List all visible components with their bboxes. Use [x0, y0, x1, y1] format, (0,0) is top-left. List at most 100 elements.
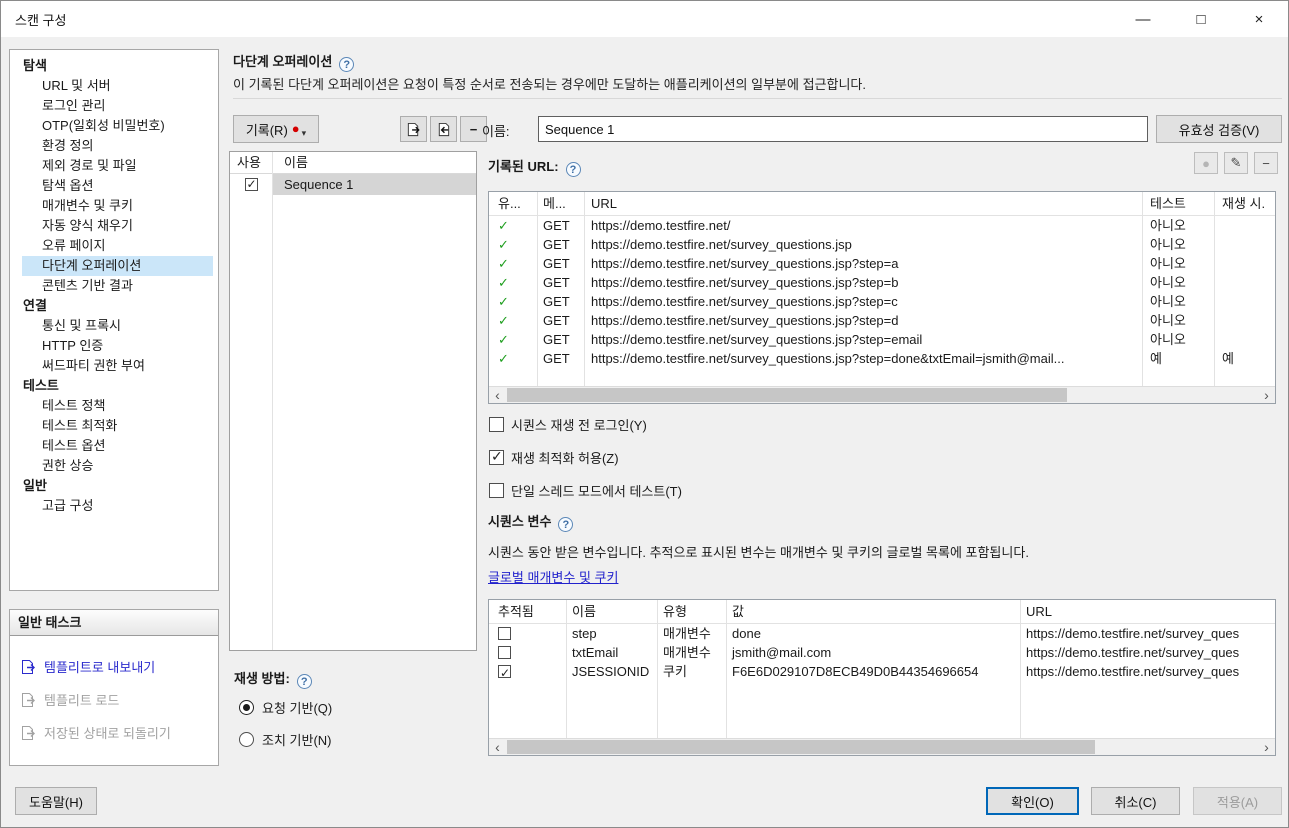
url-test-value: 아니오	[1142, 292, 1214, 311]
option-row[interactable]: 재생 최적화 허용(Z)	[489, 448, 619, 467]
scroll-right-icon[interactable]: ›	[1258, 739, 1275, 755]
sidebar-item[interactable]: 탐색	[22, 56, 213, 76]
scrollbar-thumb[interactable]	[507, 740, 1095, 754]
option-checkbox[interactable]	[489, 483, 504, 498]
sidebar-item[interactable]: 고급 구성	[22, 496, 213, 516]
remove-url-button[interactable]: −	[1254, 152, 1278, 174]
help-icon[interactable]: ?	[558, 517, 573, 532]
close-button[interactable]: ×	[1230, 1, 1288, 37]
column-divider	[1142, 192, 1143, 403]
ok-button[interactable]: 확인(O)	[986, 787, 1079, 815]
task-item[interactable]: 저장된 상태로 되돌리기	[10, 716, 218, 749]
sequence-list: 사용 이름 Sequence 1	[229, 151, 477, 651]
sidebar-item[interactable]: 오류 페이지	[22, 236, 213, 256]
maximize-button[interactable]: □	[1172, 1, 1230, 37]
url-table-row[interactable]: ✓ GET https://demo.testfire.net/survey_q…	[489, 311, 1275, 330]
url-table-row[interactable]: ✓ GET https://demo.testfire.net/survey_q…	[489, 235, 1275, 254]
help-button[interactable]: 도움말(H)	[15, 787, 97, 815]
sidebar-item[interactable]: 매개변수 및 쿠키	[22, 196, 213, 216]
playback-option[interactable]: 요청 기반(Q)	[239, 698, 332, 717]
scroll-left-icon[interactable]: ‹	[489, 387, 506, 403]
sidebar-item[interactable]: 콘텐츠 기반 결과	[22, 276, 213, 296]
export-sequence-button[interactable]	[400, 116, 427, 142]
option-row[interactable]: 시퀀스 재생 전 로그인(Y)	[489, 415, 647, 434]
url-table-row[interactable]: ✓ GET https://demo.testfire.net/survey_q…	[489, 273, 1275, 292]
sidebar-item[interactable]: 테스트 최적화	[22, 416, 213, 436]
sequence-enabled-checkbox[interactable]	[245, 178, 258, 191]
scroll-left-icon[interactable]: ‹	[489, 739, 506, 755]
sidebar-item[interactable]: 로그인 관리	[22, 96, 213, 116]
url-table-row[interactable]: ✓ GET https://demo.testfire.net/ 아니오	[489, 216, 1275, 235]
variable-type: 쿠키	[657, 662, 726, 681]
global-parameters-link[interactable]: 글로벌 매개변수 및 쿠키	[488, 567, 618, 586]
scrollbar-thumb[interactable]	[507, 388, 1067, 402]
playback-option[interactable]: 조치 기반(N)	[239, 730, 332, 749]
status-ok-icon: ✓	[489, 235, 537, 254]
task-item[interactable]: 템플리트로 내보내기	[10, 650, 218, 683]
option-checkbox[interactable]	[489, 450, 504, 465]
cancel-button[interactable]: 취소(C)	[1091, 787, 1180, 815]
url-method: GET	[537, 273, 584, 292]
task-item[interactable]: 템플리트 로드	[10, 683, 218, 716]
option-label: 재생 최적화 허용(Z)	[511, 448, 619, 467]
sidebar-item[interactable]: 일반	[22, 476, 213, 496]
url-table-hscrollbar[interactable]: ‹ ›	[489, 386, 1275, 403]
sidebar-item-label: 오류 페이지	[42, 238, 105, 253]
url-replay-value	[1214, 273, 1275, 292]
variable-name: txtEmail	[566, 643, 657, 662]
validate-button[interactable]: 유효성 검증(V)	[1156, 115, 1282, 143]
import-sequence-button[interactable]	[430, 116, 457, 142]
minimize-button[interactable]: —	[1114, 1, 1172, 37]
sidebar-item[interactable]: 연결	[22, 296, 213, 316]
url-table-row[interactable]: ✓ GET https://demo.testfire.net/survey_q…	[489, 349, 1275, 368]
sidebar-item[interactable]: 테스트	[22, 376, 213, 396]
tracked-checkbox[interactable]	[498, 646, 511, 659]
option-checkbox[interactable]	[489, 417, 504, 432]
radio-button[interactable]	[239, 700, 254, 715]
sidebar-item-label: 고급 구성	[42, 498, 93, 513]
sidebar-item[interactable]: 통신 및 프록시	[22, 316, 213, 336]
tracked-checkbox[interactable]	[498, 627, 511, 640]
url-replay-value	[1214, 254, 1275, 273]
sidebar-item[interactable]: 제외 경로 및 파일	[22, 156, 213, 176]
sidebar-item-label: 테스트	[23, 378, 59, 393]
variable-row[interactable]: JSESSIONID 쿠키 F6E6D029107D8ECB49D0B44354…	[489, 662, 1275, 681]
variables-table-hscrollbar[interactable]: ‹ ›	[489, 738, 1275, 755]
sidebar-item[interactable]: 권한 상승	[22, 456, 213, 476]
url-table-row[interactable]: ✓ GET https://demo.testfire.net/survey_q…	[489, 292, 1275, 311]
sidebar-item[interactable]: 테스트 옵션	[22, 436, 213, 456]
url-table-row[interactable]: ✓ GET https://demo.testfire.net/survey_q…	[489, 330, 1275, 349]
sidebar-item[interactable]: 자동 양식 채우기	[22, 216, 213, 236]
option-row[interactable]: 단일 스레드 모드에서 테스트(T)	[489, 481, 682, 500]
close-icon: ×	[1255, 11, 1264, 28]
sidebar-item[interactable]: URL 및 서버	[22, 76, 213, 96]
sidebar-item[interactable]: 환경 정의	[22, 136, 213, 156]
scroll-right-icon[interactable]: ›	[1258, 387, 1275, 403]
variable-row[interactable]: txtEmail 매개변수 jsmith@mail.com https://de…	[489, 643, 1275, 662]
sidebar-item[interactable]: 테스트 정책	[22, 396, 213, 416]
url-table-row[interactable]: ✓ GET https://demo.testfire.net/survey_q…	[489, 254, 1275, 273]
template-document-icon	[20, 692, 36, 708]
column-divider	[1020, 600, 1021, 755]
sidebar-item[interactable]: 써드파티 권한 부여	[22, 356, 213, 376]
page-description: 이 기록된 다단계 오퍼레이션은 요청이 특정 순서로 전송되는 경우에만 도달…	[233, 74, 866, 93]
url-test-value: 아니오	[1142, 216, 1214, 235]
column-divider	[537, 192, 538, 403]
status-ok-icon: ✓	[489, 254, 537, 273]
sidebar-item[interactable]: HTTP 인증	[22, 336, 213, 356]
radio-button[interactable]	[239, 732, 254, 747]
record-button[interactable]: 기록(R) ● ▾	[233, 115, 319, 143]
sequence-name-input[interactable]	[538, 116, 1148, 142]
task-item-label: 저장된 상태로 되돌리기	[44, 723, 171, 742]
tracked-checkbox[interactable]	[498, 665, 511, 678]
sidebar-item[interactable]: OTP(일회성 비밀번호)	[22, 116, 213, 136]
help-icon[interactable]: ?	[297, 674, 312, 689]
edit-url-button[interactable]: ✎	[1224, 152, 1248, 174]
variable-row[interactable]: step 매개변수 done https://demo.testfire.net…	[489, 624, 1275, 643]
sidebar-item[interactable]: 탐색 옵션	[22, 176, 213, 196]
sequence-row[interactable]: Sequence 1	[230, 174, 476, 195]
sidebar-item[interactable]: 다단계 오퍼레이션	[22, 256, 213, 276]
help-icon[interactable]: ?	[339, 57, 354, 72]
url-text: https://demo.testfire.net/survey_questio…	[584, 292, 1142, 311]
help-icon[interactable]: ?	[566, 162, 581, 177]
